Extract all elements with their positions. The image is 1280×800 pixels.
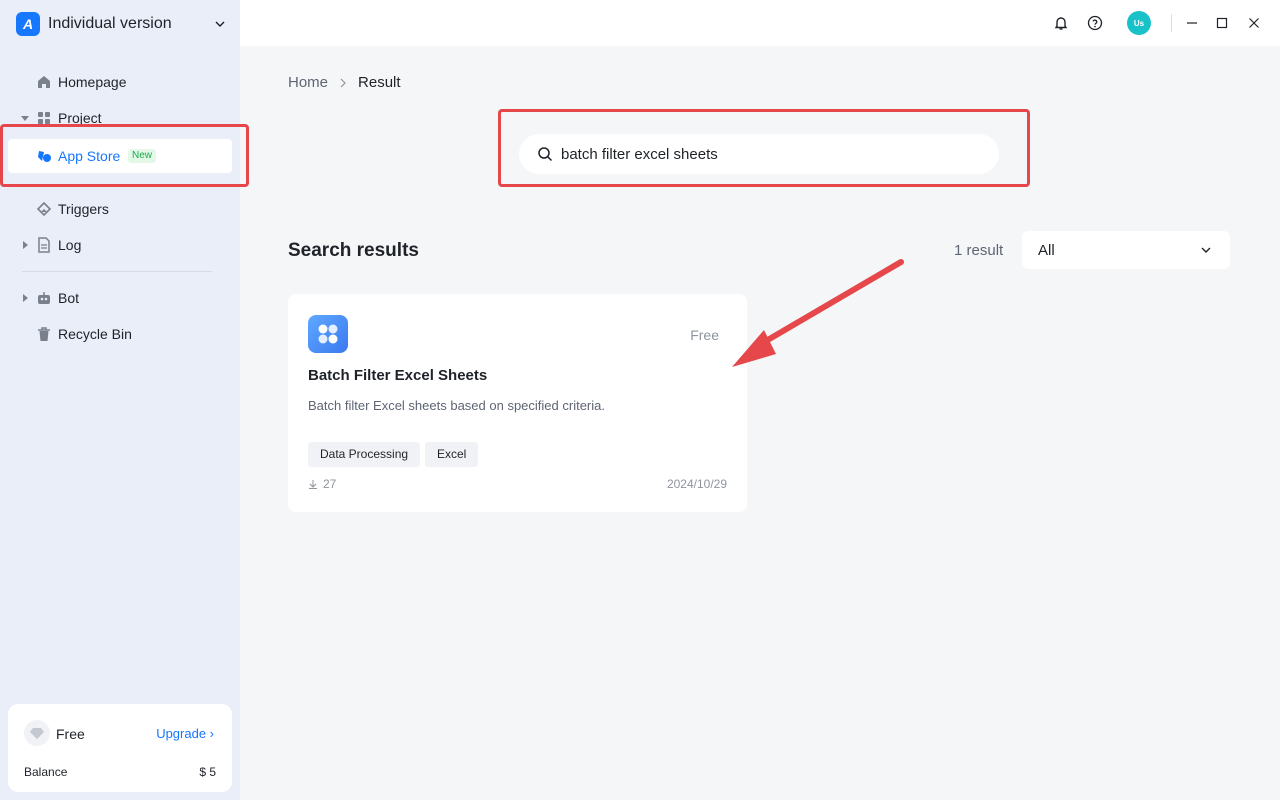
- bell-icon[interactable]: [1051, 13, 1071, 33]
- search-input[interactable]: [561, 134, 981, 174]
- app-store-icon: [38, 151, 51, 162]
- sidebar-item-project[interactable]: Project: [8, 101, 232, 135]
- caret-down-icon[interactable]: [20, 113, 30, 123]
- app-card[interactable]: Free Batch Filter Excel Sheets Batch fil…: [288, 294, 747, 512]
- new-badge: New: [128, 149, 157, 163]
- breadcrumb-home[interactable]: Home: [288, 74, 328, 91]
- grid-icon: [38, 112, 50, 124]
- sidebar-item-log[interactable]: Log: [8, 228, 232, 262]
- category-filter-select[interactable]: All: [1022, 231, 1230, 269]
- document-icon: [38, 237, 50, 253]
- maximize-icon[interactable]: [1212, 13, 1232, 33]
- sidebar-item-label: Recycle Bin: [58, 326, 132, 342]
- trash-icon: [38, 327, 50, 341]
- top-bar: Us: [240, 0, 1280, 46]
- plan-card: Free Upgrade › Balance $ 5: [8, 704, 232, 792]
- help-icon[interactable]: [1085, 13, 1105, 33]
- caret-right-icon[interactable]: [20, 240, 30, 250]
- sidebar-item-triggers[interactable]: Triggers: [8, 192, 232, 226]
- sidebar-item-label: App Store: [58, 148, 121, 164]
- balance-label: Balance: [24, 765, 68, 779]
- app-logo-icon: A: [16, 12, 40, 36]
- tag-data-processing: Data Processing: [308, 442, 421, 467]
- sidebar-item-label: Log: [58, 237, 82, 253]
- price-label: Free: [690, 327, 719, 343]
- chevron-down-icon: [1201, 247, 1211, 253]
- upgrade-link[interactable]: Upgrade ›: [156, 726, 214, 741]
- sidebar-item-recycle-bin[interactable]: Recycle Bin: [8, 317, 232, 351]
- sidebar-item-label: Triggers: [58, 201, 109, 217]
- app-title: Batch Filter Excel Sheets: [308, 367, 488, 384]
- publish-date: 2024/10/29: [666, 477, 727, 491]
- annotation-arrow: [732, 259, 904, 367]
- sidebar-item-homepage[interactable]: Homepage: [8, 65, 232, 99]
- workspace-switcher[interactable]: A Individual version: [16, 12, 228, 36]
- app-icon: [308, 315, 348, 353]
- filter-selected-value: All: [1038, 242, 1055, 259]
- breadcrumb-current: Result: [358, 74, 401, 91]
- diamond-icon: [24, 720, 50, 746]
- download-icon: [309, 480, 317, 489]
- balance-value: $ 5: [199, 765, 216, 779]
- plan-name: Free: [56, 726, 85, 742]
- tag-excel: Excel: [425, 442, 479, 467]
- workspace-title: Individual version: [48, 15, 172, 32]
- results-title: Search results: [288, 240, 419, 261]
- topbar-divider: [1171, 14, 1172, 32]
- download-count-value: 27: [323, 477, 337, 491]
- minimize-icon[interactable]: [1182, 13, 1202, 33]
- sidebar-item-bot[interactable]: Bot: [8, 281, 232, 315]
- app-description: Batch filter Excel sheets based on speci…: [308, 398, 605, 413]
- caret-right-icon[interactable]: [20, 293, 30, 303]
- sidebar-item-label: Project: [58, 110, 102, 126]
- home-icon: [38, 76, 50, 88]
- chevron-right-icon: [340, 78, 346, 87]
- search-bar: [519, 134, 999, 174]
- avatar[interactable]: Us: [1127, 11, 1151, 35]
- download-count: 27: [308, 477, 336, 491]
- close-icon[interactable]: [1244, 13, 1264, 33]
- sidebar-divider: [22, 271, 212, 272]
- sidebar-item-app-store[interactable]: App Store New: [8, 139, 232, 173]
- results-count: 1 result: [954, 242, 1004, 259]
- robot-icon: [38, 292, 50, 304]
- trigger-icon: [36, 201, 52, 217]
- sidebar-item-label: Bot: [58, 290, 80, 306]
- search-icon: [538, 147, 553, 162]
- sidebar-item-label: Homepage: [58, 74, 127, 90]
- sidebar: A Individual version Homepage Project Ap…: [0, 0, 240, 800]
- chevron-down-icon: [215, 21, 225, 27]
- breadcrumb: Home Result: [288, 74, 401, 91]
